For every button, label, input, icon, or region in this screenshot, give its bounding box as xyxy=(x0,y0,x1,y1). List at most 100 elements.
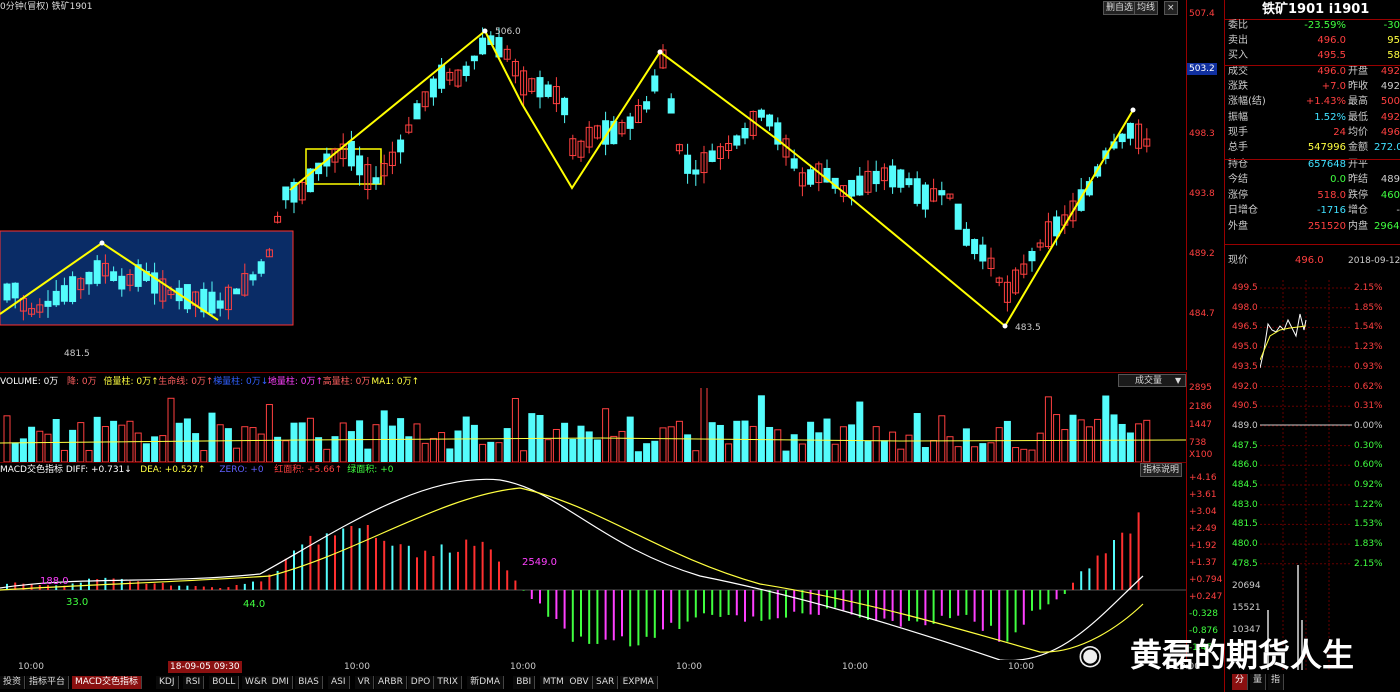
quote-row: 委比 -23.59% -30 xyxy=(1226,20,1400,36)
volume-bar xyxy=(1020,448,1028,462)
now-price-label: 现价 xyxy=(1228,255,1248,266)
delete-watch-button[interactable]: 删自选 xyxy=(1103,1,1137,15)
tab-12[interactable]: TRIX xyxy=(434,676,462,689)
chart-close-button[interactable]: × xyxy=(1164,1,1178,15)
candle-body xyxy=(183,284,191,310)
candle-body xyxy=(356,155,364,176)
mini-right-tick: 0.00% xyxy=(1354,420,1383,431)
tab-8[interactable]: ASI xyxy=(328,676,350,689)
tab-18[interactable]: EXPMA xyxy=(619,676,658,689)
candle-body xyxy=(889,165,897,188)
tab-17[interactable]: SAR xyxy=(593,676,619,689)
volume-bar xyxy=(36,430,44,462)
volume-bar xyxy=(1003,420,1011,462)
tab-11[interactable]: DPO xyxy=(407,676,435,689)
tab-10[interactable]: ARBR xyxy=(375,676,407,689)
volume-bar xyxy=(142,443,150,462)
mini-right-tick: 0.30% xyxy=(1354,440,1383,451)
quote-label-2: 开平 xyxy=(1348,159,1368,170)
macd-label-c: 44.0 xyxy=(243,599,266,610)
quote-label: 卖出 xyxy=(1228,35,1248,46)
tab-0[interactable]: 指标平台 xyxy=(26,676,70,689)
volume-bar xyxy=(897,448,905,462)
time-tick: 10:00 xyxy=(676,662,702,672)
moving-average-button[interactable]: 均线 xyxy=(1134,1,1159,15)
volume-bar xyxy=(274,436,282,462)
tab-13[interactable]: 新DMA xyxy=(467,676,505,689)
mini-left-tick: 495.0 xyxy=(1232,342,1258,353)
quote-divider xyxy=(1225,65,1400,66)
tab-first[interactable]: 投资 xyxy=(0,676,26,689)
volume-bar xyxy=(593,439,601,462)
mini-left-tick: 481.5 xyxy=(1232,519,1258,530)
candlestick-chart[interactable] xyxy=(0,0,1188,370)
volume-bar xyxy=(69,429,77,462)
volume-bar xyxy=(216,424,224,462)
quote-value: -1716 xyxy=(1316,205,1346,216)
price-tick: 493.8 xyxy=(1189,189,1215,199)
mini-left-tick: 480.0 xyxy=(1232,539,1258,550)
volume-bar xyxy=(454,430,462,462)
volume-bar xyxy=(405,436,413,462)
volume-bar xyxy=(1126,432,1134,462)
candle-body xyxy=(1053,216,1061,237)
volume-bar xyxy=(790,434,798,462)
quote-value: 495.5 xyxy=(1317,50,1346,61)
tab-1[interactable]: MACD交色指标 xyxy=(72,676,142,689)
price-tick: 489.2 xyxy=(1189,249,1215,259)
volume-chart xyxy=(0,388,1186,462)
tab-3[interactable]: RSI xyxy=(182,676,205,689)
tab-9[interactable]: VR xyxy=(354,676,375,689)
tab-7[interactable]: BIAS xyxy=(295,676,323,689)
macd-axis: +4.16 +3.61 +3.04 +2.49 +1.92 +1.37 +0.794 +0.2… xyxy=(1186,462,1224,662)
tab-4[interactable]: BOLL xyxy=(209,676,240,689)
quote-divider xyxy=(1225,159,1400,160)
tab-6[interactable]: DMI xyxy=(268,676,293,689)
trading-terminal: { "chart_header": {"title": "0分钟(冒权) 铁矿1… xyxy=(0,0,1400,692)
volume-bar xyxy=(233,447,241,462)
volume-bar xyxy=(831,443,839,462)
volume-tick: 2186 xyxy=(1189,402,1212,412)
quote-row: 今结 0.0 昨结 489 xyxy=(1226,174,1400,190)
macd-tick: -0.328 xyxy=(1189,609,1219,619)
mini-intraday-chart[interactable] xyxy=(1260,280,1352,670)
indicator-help-button[interactable]: 指标说明 xyxy=(1140,463,1183,477)
volume-bar xyxy=(520,450,528,462)
quote-label-2: 均价 xyxy=(1348,127,1368,138)
candle-body xyxy=(643,101,651,110)
mini-right-tick: 1.83% xyxy=(1354,539,1383,550)
volume-bar xyxy=(265,404,273,462)
volume-bar xyxy=(1036,432,1044,462)
mini-right-tick: 0.93% xyxy=(1354,361,1383,372)
mini-tab-2[interactable]: 指 xyxy=(1268,674,1285,690)
zigzag-pivot xyxy=(657,49,663,55)
quote-label-2: 最低 xyxy=(1348,112,1368,123)
price-tick: 498.3 xyxy=(1189,129,1215,139)
tab-2[interactable]: KDJ xyxy=(156,676,179,689)
quote-label-2: 内盘 xyxy=(1348,221,1368,232)
candle-body xyxy=(692,169,700,175)
mini-vol-tick: 10347 xyxy=(1232,625,1261,635)
volume-bar xyxy=(585,431,593,462)
mini-tab-1[interactable]: 量 xyxy=(1250,674,1267,690)
mini-left-tick: 498.0 xyxy=(1232,302,1258,313)
tab-16[interactable]: OBV xyxy=(566,676,593,689)
volume-legend-item: 高量柱: 0万 xyxy=(322,377,371,387)
volume-bar xyxy=(667,426,675,462)
volume-legend-item: 梯量柱: 0万↓ xyxy=(213,377,269,387)
tab-5[interactable]: W&R xyxy=(242,676,272,689)
volume-bar xyxy=(388,425,396,462)
volume-bar xyxy=(1012,447,1020,462)
volume-bar xyxy=(962,428,970,462)
mini-tab-0[interactable]: 分 xyxy=(1232,674,1249,690)
volume-dropdown[interactable]: 成交量 ▼ xyxy=(1118,374,1186,387)
tab-14[interactable]: BBI xyxy=(513,676,536,689)
time-tick: 10:00 xyxy=(842,662,868,672)
volume-bar xyxy=(577,425,585,462)
dropdown-arrow-icon: ▼ xyxy=(1175,376,1182,385)
candle-body xyxy=(44,300,52,307)
tab-15[interactable]: MTM xyxy=(539,676,568,689)
quote-label: 现手 xyxy=(1228,127,1248,138)
quote-value-2: 460 xyxy=(1380,190,1400,201)
quote-value: +7.0 xyxy=(1321,81,1346,92)
